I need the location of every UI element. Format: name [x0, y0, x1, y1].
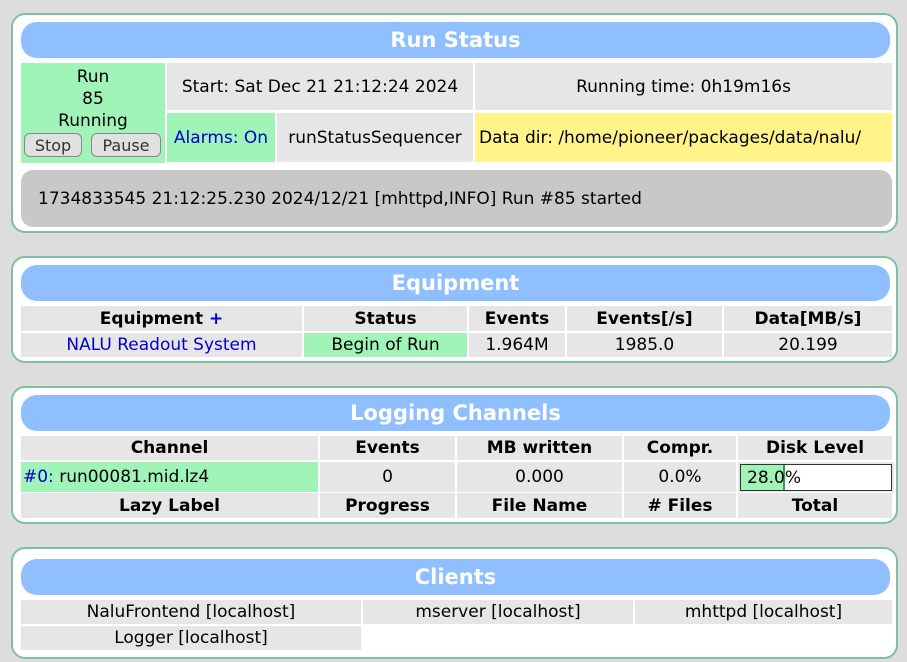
alarms-status[interactable]: Alarms: On — [167, 113, 275, 162]
clients-header: Clients — [21, 559, 890, 595]
run-state-box: Run 85 Running Stop Pause — [21, 63, 165, 163]
mb-written-col-header: MB written — [457, 436, 622, 460]
run-status-header: Run Status — [21, 22, 890, 58]
disk-level-cell: 28.0% — [738, 462, 894, 492]
equipment-name-link[interactable]: NALU Readout System — [21, 333, 302, 357]
status-col-header: Status — [304, 306, 467, 331]
client-item: mhttpd [localhost] — [635, 600, 892, 624]
pause-button[interactable]: Pause — [91, 133, 161, 157]
message-bar[interactable]: 1734833545 21:12:25.230 2024/12/21 [mhtt… — [21, 170, 892, 227]
disk-level-bar: 28.0% — [740, 463, 892, 491]
clients-panel: Clients NaluFrontend [localhost] mserver… — [11, 547, 898, 659]
equipment-col-label: Equipment — [99, 308, 204, 329]
lazy-label-header: Lazy Label — [21, 493, 318, 518]
equipment-rate: 1985.0 — [567, 333, 722, 357]
equipment-status: Begin of Run — [304, 333, 467, 357]
equipment-data-rate: 20.199 — [724, 333, 892, 357]
disk-level-col-header: Disk Level — [738, 436, 892, 460]
equipment-events: 1.964M — [469, 333, 565, 357]
equipment-panel: Equipment Equipment + Status Events Even… — [11, 256, 898, 363]
logging-panel: Logging Channels Channel Events MB writt… — [11, 386, 898, 524]
equipment-header: Equipment — [21, 265, 890, 301]
sequencer-status[interactable]: runStatusSequencer — [277, 113, 473, 162]
lazy-progress-header: Progress — [320, 493, 455, 518]
log-events-col-header: Events — [320, 436, 455, 460]
data-dir: Data dir: /home/pioneer/packages/data/na… — [475, 113, 892, 162]
running-time: Running time: 0h19m16s — [475, 63, 892, 110]
compr-col-header: Compr. — [624, 436, 736, 460]
rate-col-header: Events[/s] — [567, 306, 722, 331]
equipment-col-header: Equipment + — [21, 306, 302, 331]
channel-col-header: Channel — [21, 436, 318, 460]
lazy-total-header: Total — [738, 493, 892, 518]
run-number: 85 — [82, 89, 104, 109]
client-item: NaluFrontend [localhost] — [21, 600, 361, 624]
disk-level-text: 28.0% — [747, 467, 802, 488]
run-status-panel: Run Status Run 85 Running Stop Pause Sta… — [11, 13, 898, 233]
run-state: Running — [58, 111, 128, 131]
mb-written: 0.000 — [457, 462, 622, 492]
channel-cell[interactable]: #0: run00081.mid.lz4 — [21, 462, 318, 492]
stop-button[interactable]: Stop — [24, 133, 82, 157]
channel-file: run00081.mid.lz4 — [59, 467, 210, 487]
events-col-header: Events — [469, 306, 565, 331]
add-equipment-icon[interactable]: + — [209, 309, 223, 329]
logging-header: Logging Channels — [21, 395, 890, 431]
client-item: Logger [localhost] — [21, 626, 361, 650]
run-label: Run — [76, 67, 110, 87]
log-events: 0 — [320, 462, 455, 492]
lazy-files-header: # Files — [624, 493, 736, 518]
client-item: mserver [localhost] — [363, 600, 633, 624]
compression: 0.0% — [624, 462, 736, 492]
run-start-time: Start: Sat Dec 21 21:12:24 2024 — [167, 63, 473, 110]
data-col-header: Data[MB/s] — [724, 306, 892, 331]
lazy-filename-header: File Name — [457, 493, 622, 518]
channel-id-link[interactable]: #0: — [23, 467, 54, 487]
